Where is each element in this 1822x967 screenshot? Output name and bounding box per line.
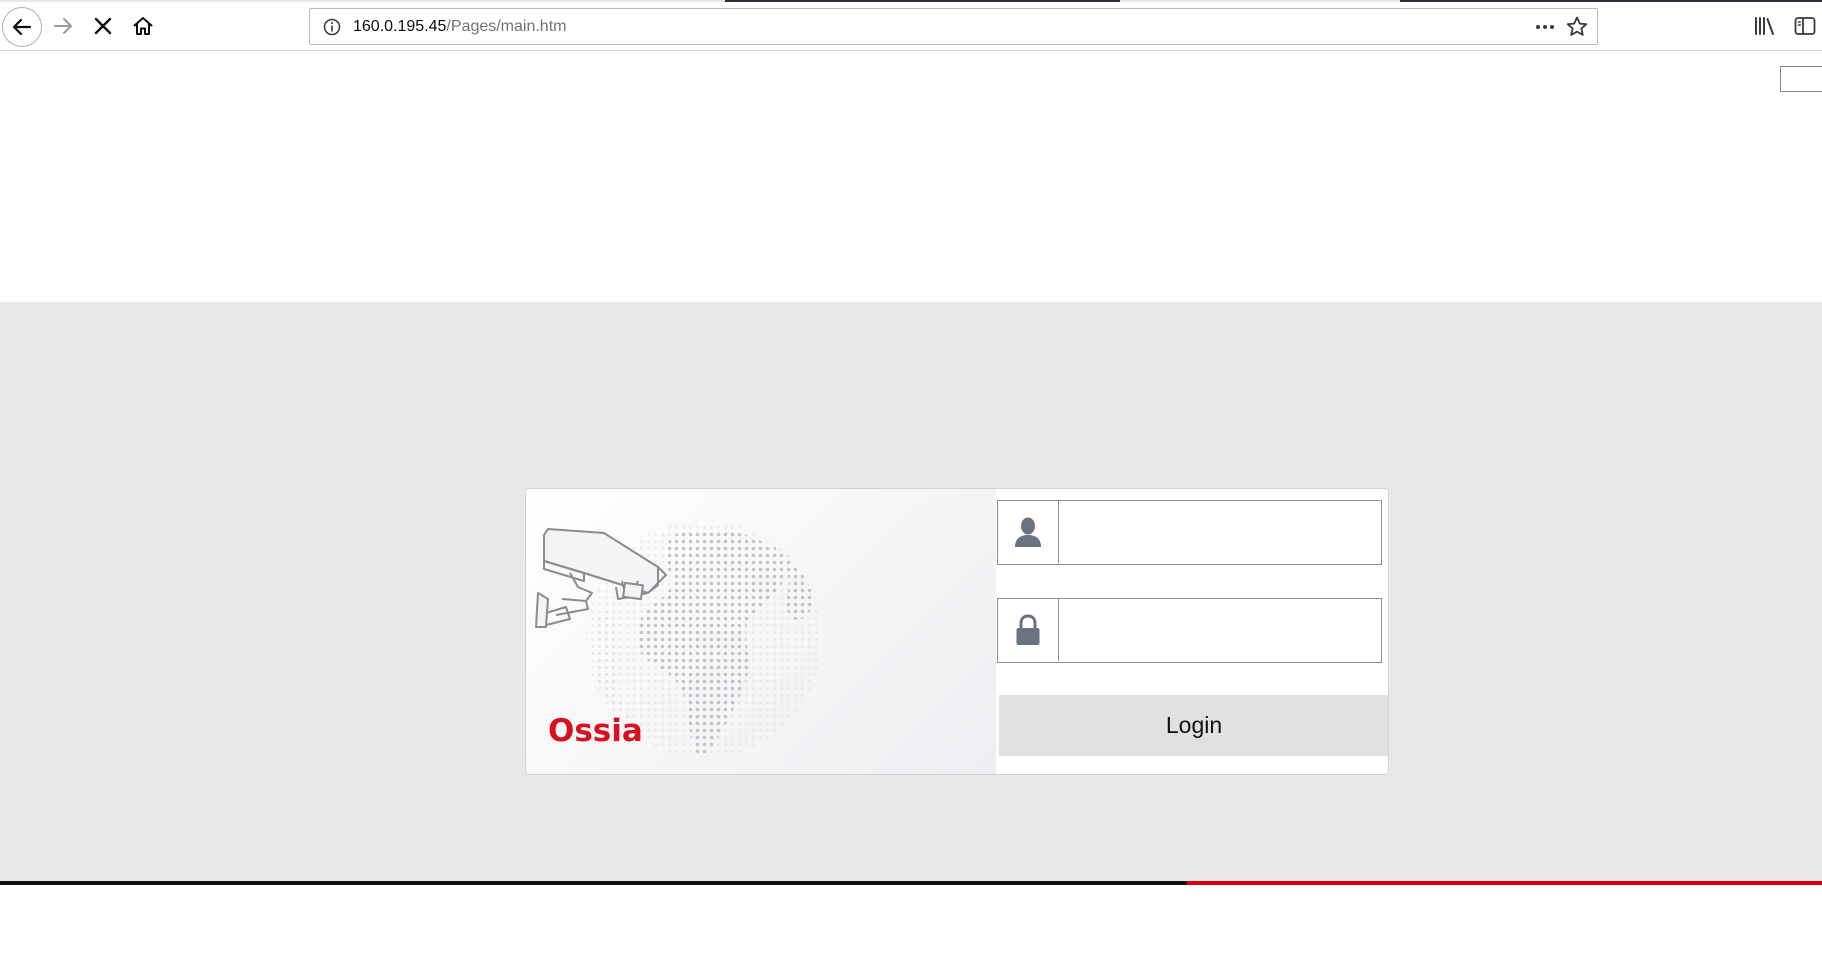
stop-button[interactable] (88, 11, 118, 41)
library-icon (1755, 17, 1774, 35)
star-icon[interactable] (1565, 15, 1589, 39)
url-host: 160.0.195.45 (353, 18, 447, 35)
tab-indicator (1400, 0, 1822, 2)
login-panel: Ossia Login (525, 488, 1389, 775)
top-right-box[interactable] (1780, 66, 1822, 92)
url-path: /Pages/main.htm (446, 18, 567, 35)
user-icon (1015, 517, 1041, 547)
username-input[interactable] (1060, 501, 1378, 563)
home-button[interactable] (128, 11, 158, 41)
address-bar[interactable]: 160.0.195.45/Pages/main.htm (309, 8, 1598, 45)
password-icon-cell (998, 599, 1059, 661)
stop-x-icon (94, 17, 112, 35)
back-arrow-icon (12, 18, 32, 36)
lock-icon (1016, 614, 1040, 645)
password-field[interactable] (997, 598, 1382, 663)
back-button[interactable] (2, 7, 42, 47)
home-icon (133, 17, 153, 35)
more-dots-icon[interactable] (1533, 16, 1557, 38)
forward-button[interactable] (48, 11, 78, 41)
forward-arrow-icon (54, 18, 72, 34)
browser-toolbar: 160.0.195.45/Pages/main.htm (0, 0, 1822, 51)
footer-line-right (1187, 881, 1822, 885)
brand-logo: Ossia (548, 713, 643, 749)
footer-line-left (0, 881, 1187, 885)
url-text[interactable]: 160.0.195.45/Pages/main.htm (353, 18, 566, 36)
tab-indicator (725, 0, 1120, 2)
brand-artwork: Ossia (526, 489, 996, 774)
info-icon[interactable] (322, 17, 342, 37)
sidebar-button[interactable] (1792, 12, 1818, 40)
username-field[interactable] (997, 500, 1382, 565)
sidebar-icon (1794, 17, 1816, 35)
tab-strip-line (0, 0, 1822, 2)
username-icon-cell (998, 501, 1059, 563)
password-input[interactable] (1060, 599, 1378, 661)
login-button[interactable]: Login (999, 695, 1388, 756)
library-button[interactable] (1752, 12, 1778, 40)
